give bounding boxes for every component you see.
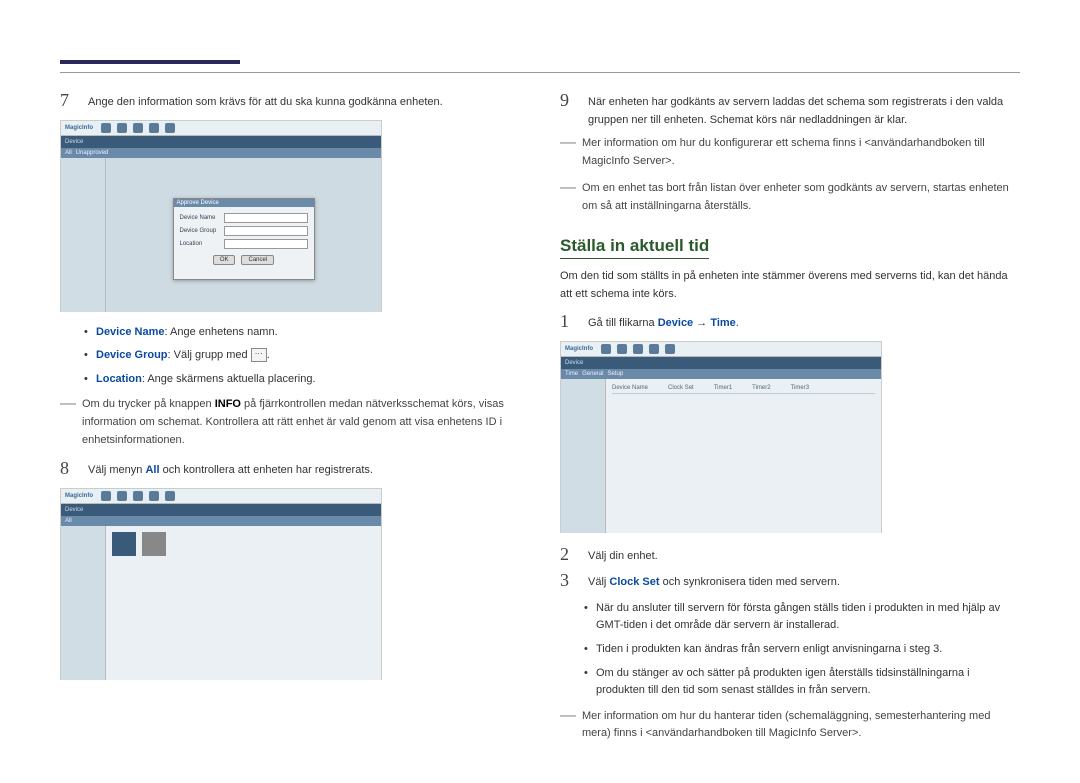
header-thin-rule [60,72,1020,73]
bullet-item: Om du stänger av och sätter på produkten… [584,665,1020,700]
header-thick-rule [60,60,240,64]
step-text: När enheten har godkänts av servern ladd… [588,91,1020,129]
document-page: 7 Ange den information som krävs för att… [0,0,1080,783]
screenshot-device-time: MagicInfo Device TimeGeneralSetup Device… [560,341,882,533]
two-column-layout: 7 Ange den information som krävs för att… [60,91,1020,753]
app-logo: MagicInfo [65,493,93,499]
step-text: Välj din enhet. [588,545,1020,566]
device-group-input[interactable] [224,226,308,236]
browse-icon: ··· [251,348,267,362]
section-heading-time: Ställa in aktuell tid [560,236,709,259]
dash-icon: ― [60,396,76,449]
step-text: Gå till flikarna Device → Time. [588,312,1020,333]
bullet-list-left: Device Name: Ange enhetens namn. Device … [84,324,520,389]
cancel-button[interactable]: Cancel [241,255,274,265]
screenshot-approve-device: MagicInfo Device AllUnapproved Approve D… [60,120,382,312]
note-schema-info: ― Mer information om hur du konfigurerar… [560,135,1020,170]
step-number: 7 [60,91,74,109]
right-column: 9 När enheten har godkänts av servern la… [560,91,1020,753]
intro-paragraph: Om den tid som ställts in på enheten int… [560,267,1020,304]
bullet-location: Location: Ange skärmens aktuella placeri… [84,371,520,389]
step-2: 2 Välj din enhet. [560,545,1020,566]
note-device-removed: ― Om en enhet tas bort från listan över … [560,180,1020,215]
bullet-item: När du ansluter till servern för första … [584,600,1020,635]
step-number: 1 [560,312,574,330]
dash-icon: ― [560,708,576,743]
step-number: 9 [560,91,574,109]
bullet-item: Tiden i produkten kan ändras från server… [584,641,1020,659]
step-8: 8 Välj menyn All och kontrollera att enh… [60,459,520,480]
bullet-device-name: Device Name: Ange enhetens namn. [84,324,520,342]
note-time-management: ― Mer information om hur du hanterar tid… [560,708,1020,743]
step-9: 9 När enheten har godkänts av servern la… [560,91,1020,129]
location-input[interactable] [224,239,308,249]
step-text: Ange den information som krävs för att d… [88,91,520,112]
sidebar [61,158,106,312]
step-7: 7 Ange den information som krävs för att… [60,91,520,112]
step-text: Välj Clock Set och synkronisera tiden me… [588,571,1020,592]
device-thumbnail[interactable] [142,532,166,556]
ok-button[interactable]: OK [213,255,236,265]
app-logo: MagicInfo [565,346,593,352]
bullet-device-group: Device Group: Välj grupp med ···. [84,347,520,365]
left-column: 7 Ange den information som krävs för att… [60,91,520,753]
step-number: 3 [560,571,574,589]
dash-icon: ― [560,135,576,170]
device-thumbnail[interactable] [112,532,136,556]
dash-icon: ― [560,180,576,215]
bullet-list-right: När du ansluter till servern för första … [584,600,1020,700]
note-info-button: ― Om du trycker på knappen INFO på fjärr… [60,396,520,449]
step-1: 1 Gå till flikarna Device → Time. [560,312,1020,333]
device-name-input[interactable] [224,213,308,223]
step-3: 3 Välj Clock Set och synkronisera tiden … [560,571,1020,592]
dialog-title: Approve Device [174,199,314,207]
step-number: 2 [560,545,574,563]
screenshot-all-devices: MagicInfo Device All [60,488,382,680]
approve-dialog: Approve Device Device Name Device Group … [173,198,315,280]
step-number: 8 [60,459,74,477]
step-text: Välj menyn All och kontrollera att enhet… [88,459,520,480]
app-logo: MagicInfo [65,125,93,131]
